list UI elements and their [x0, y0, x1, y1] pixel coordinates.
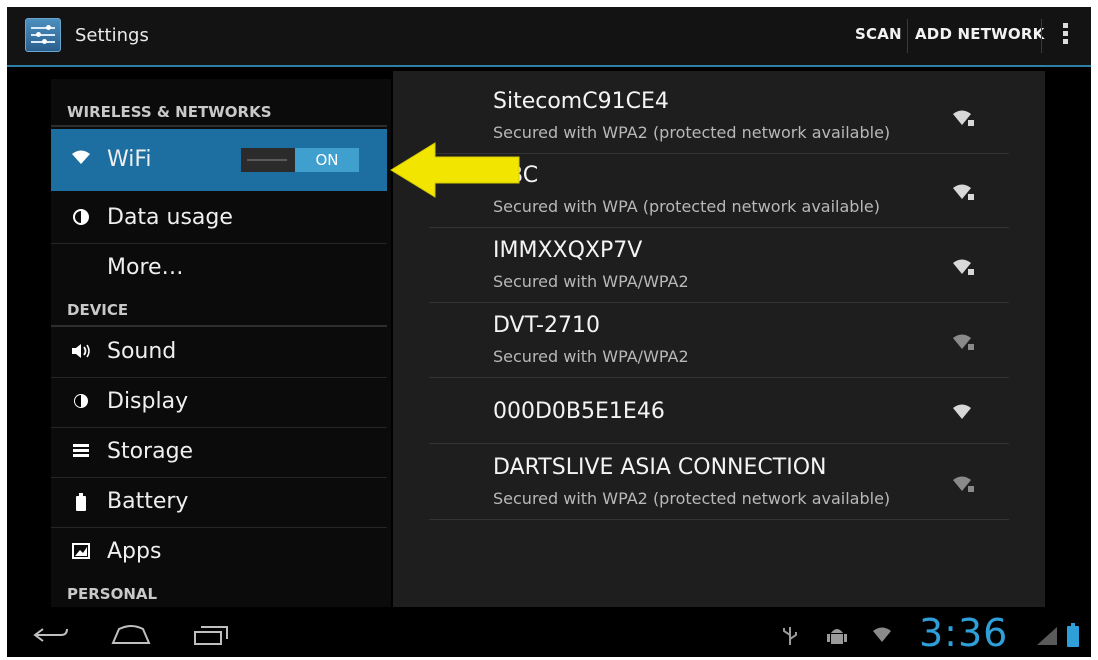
toggle-on-label: ON: [295, 148, 359, 172]
network-name: 000D0B5E1E46: [493, 399, 665, 424]
wifi-open-icon: [953, 404, 971, 419]
section-header-device: DEVICE: [67, 301, 129, 319]
wifi-status-icon: [873, 627, 891, 642]
sidebar-item-label: Sound: [107, 339, 177, 364]
sidebar-item-label: Storage: [107, 439, 194, 464]
home-icon[interactable]: [111, 623, 151, 645]
storage-icon: [71, 443, 91, 462]
network-security: Secured with WPA2 (protected network ava…: [493, 489, 891, 508]
divider: [429, 443, 1009, 444]
sound-icon: [71, 343, 91, 363]
sidebar-item-sound[interactable]: Sound: [51, 327, 387, 377]
sidebar-item-label: Apps: [107, 539, 162, 564]
sidebar-item-battery[interactable]: Battery: [51, 477, 387, 527]
sidebar-item-display[interactable]: Display: [51, 377, 387, 427]
wifi-locked-icon: [953, 110, 974, 126]
apps-icon: [71, 543, 91, 563]
signal-icon: [1037, 627, 1057, 645]
wifi-icon: [71, 149, 91, 168]
back-icon[interactable]: [33, 625, 69, 645]
divider: [429, 227, 1009, 228]
scan-button[interactable]: SCAN: [855, 25, 902, 43]
divider: [907, 19, 908, 53]
settings-sidebar: WIRELESS & NETWORKS WiFi ON Data usage M…: [51, 79, 391, 607]
settings-app-icon[interactable]: [25, 18, 61, 52]
status-clock: 3:36: [919, 611, 1009, 655]
network-item[interactable]: 000D0B5E1E46: [429, 385, 1009, 443]
toggle-track: [247, 159, 287, 161]
network-name: SitecomC91CE4: [493, 89, 669, 114]
wifi-locked-icon: [953, 259, 974, 275]
sidebar-item-wifi[interactable]: WiFi ON: [51, 129, 387, 191]
sidebar-item-label: Data usage: [107, 205, 233, 230]
sidebar-item-label: WiFi: [107, 147, 152, 172]
sidebar-item-more[interactable]: More…: [51, 243, 387, 293]
sidebar-item-label: More…: [107, 255, 184, 280]
battery-status-icon: [1067, 623, 1079, 647]
wifi-locked-icon: [953, 184, 974, 200]
network-name: DVT-2710: [493, 313, 600, 338]
divider: [429, 377, 1009, 378]
sidebar-item-label: Display: [107, 389, 189, 414]
data-usage-icon: [71, 209, 91, 229]
network-item[interactable]: DARTSLIVE ASIA CONNECTION Secured with W…: [429, 449, 1009, 517]
network-security: Secured with WPA (protected network avai…: [493, 197, 880, 216]
network-security: Secured with WPA2 (protected network ava…: [493, 123, 891, 142]
usb-icon: [783, 627, 797, 645]
wifi-toggle[interactable]: ON: [241, 148, 359, 172]
android-debug-icon: [827, 629, 847, 644]
network-name: IMMXXQXP7V: [493, 238, 643, 263]
battery-icon: [71, 493, 91, 515]
overflow-menu-icon[interactable]: [1060, 21, 1070, 51]
wifi-locked-icon: [953, 334, 974, 350]
divider: [429, 302, 1009, 303]
divider: [1041, 19, 1042, 53]
annotation-arrow: [390, 142, 520, 198]
network-item[interactable]: IMMXXQXP7V Secured with WPA/WPA2: [429, 232, 1009, 300]
sidebar-item-label: Battery: [107, 489, 189, 514]
wifi-locked-icon: [953, 476, 974, 492]
action-bar-underline: [7, 65, 1091, 67]
network-name: DARTSLIVE ASIA CONNECTION: [493, 455, 827, 480]
add-network-button[interactable]: ADD NETWORK: [915, 25, 1044, 43]
network-security: Secured with WPA/WPA2: [493, 272, 689, 291]
page-title: Settings: [75, 25, 149, 46]
sidebar-item-apps[interactable]: Apps: [51, 527, 387, 577]
network-item[interactable]: DVT-2710 Secured with WPA/WPA2: [429, 307, 1009, 375]
divider: [429, 519, 1009, 520]
sidebar-item-data-usage[interactable]: Data usage: [51, 193, 387, 243]
action-bar: Settings SCAN ADD NETWORK: [7, 7, 1091, 65]
tablet-screen: Settings SCAN ADD NETWORK WIRELESS & NET…: [7, 7, 1091, 657]
recent-apps-icon[interactable]: [193, 625, 229, 645]
section-header-wireless: WIRELESS & NETWORKS: [67, 103, 272, 121]
display-icon: [71, 393, 91, 413]
divider: [51, 125, 387, 127]
section-header-personal: PERSONAL: [67, 585, 158, 603]
sidebar-item-storage[interactable]: Storage: [51, 427, 387, 477]
network-security: Secured with WPA/WPA2: [493, 347, 689, 366]
